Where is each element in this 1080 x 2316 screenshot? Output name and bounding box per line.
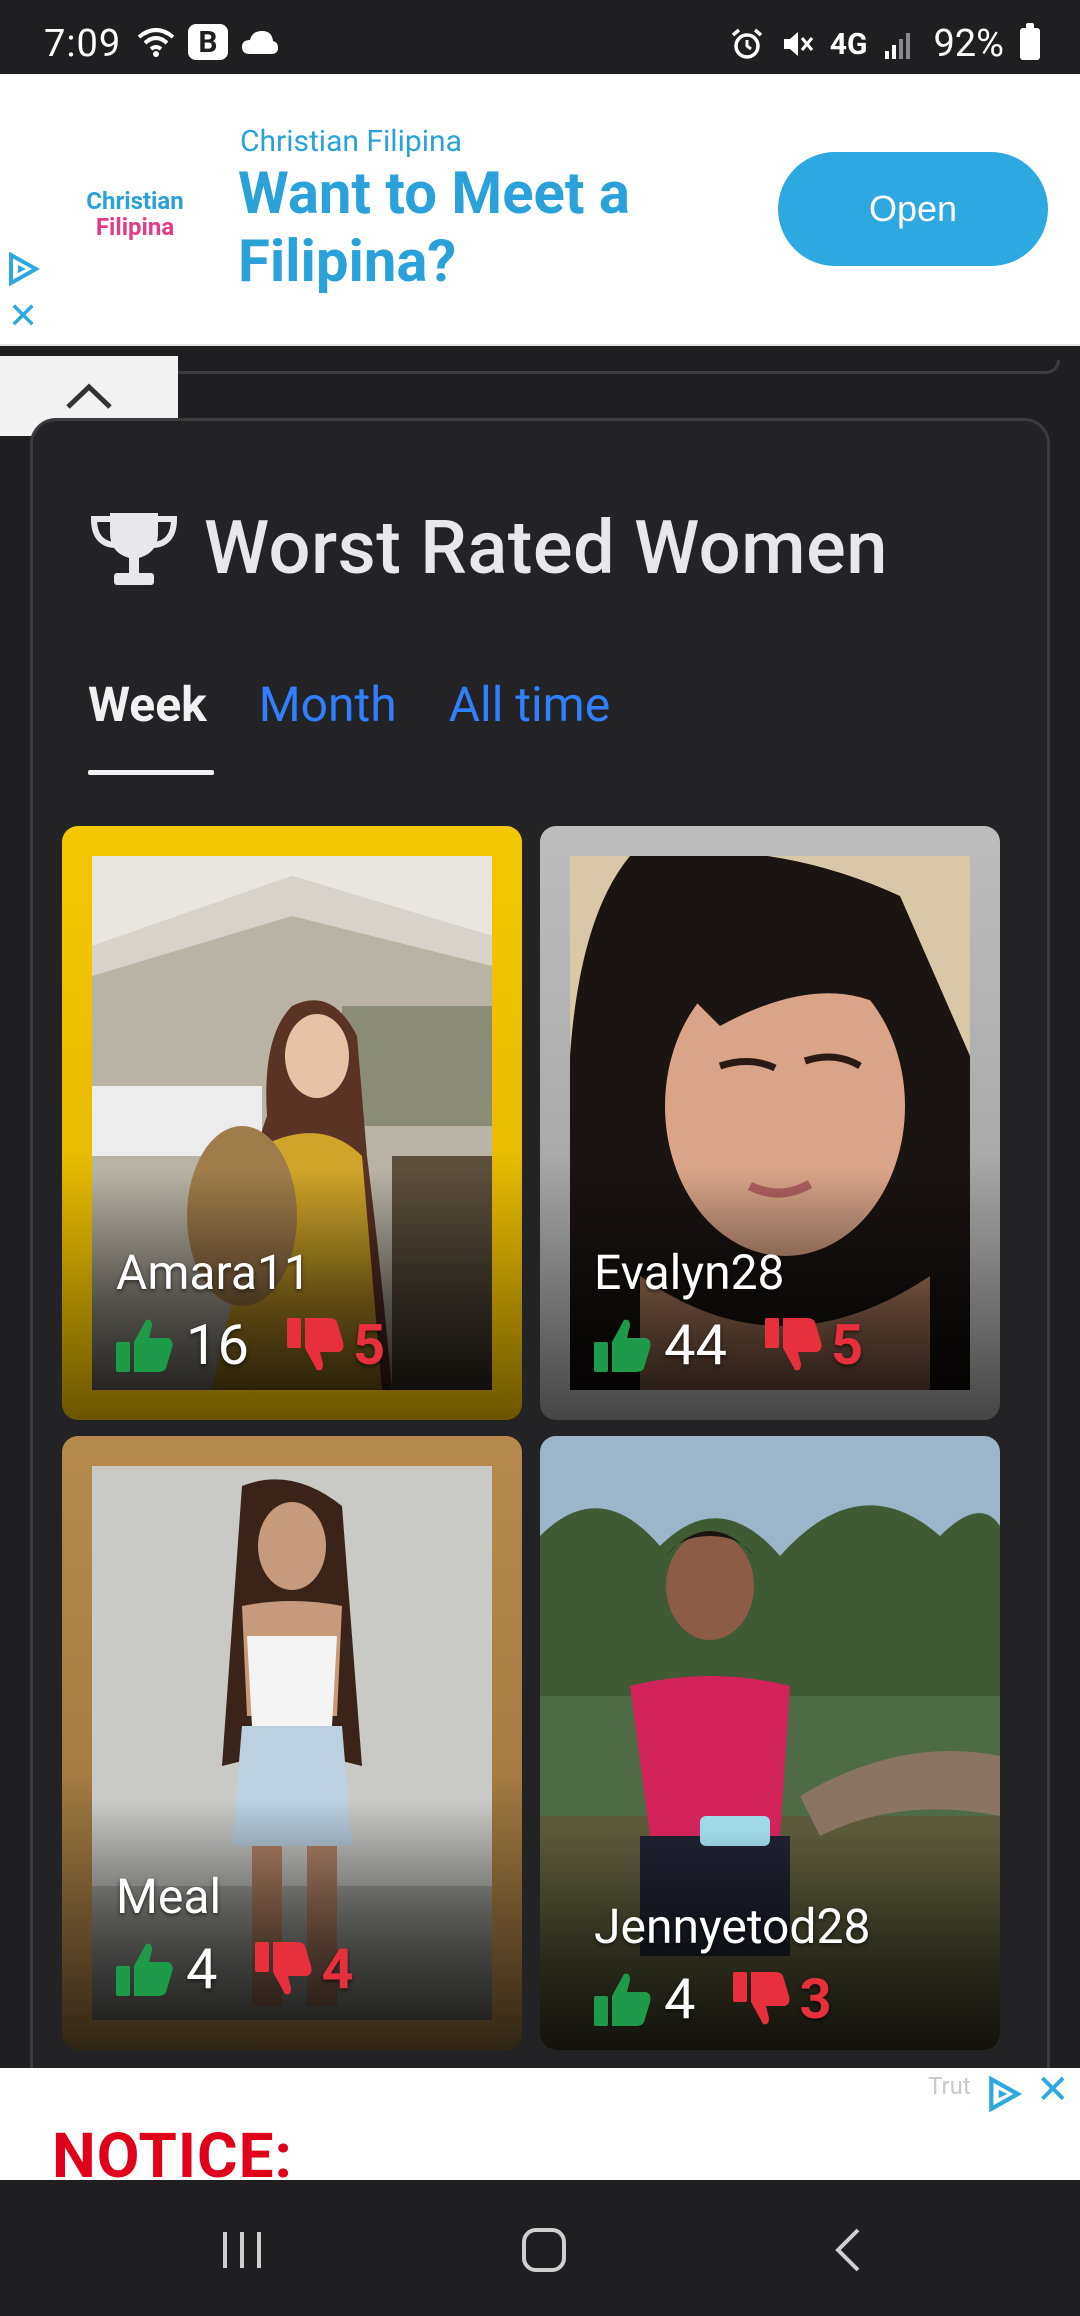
top-ad-banner[interactable]: Christian Filipina Christian Filipina Wa…: [0, 74, 1080, 346]
tab-all-time[interactable]: All time: [449, 676, 610, 733]
thumbs-up-icon: [116, 1943, 173, 1996]
downvote-count: 5: [830, 1312, 864, 1378]
tab-month[interactable]: Month: [259, 676, 397, 733]
ad-logo-line2: Filipina: [95, 213, 175, 241]
upvote-count: 44: [664, 1312, 727, 1378]
profile-votes: 44 5: [592, 1312, 863, 1378]
recents-button[interactable]: [202, 2220, 282, 2280]
signal-icon: [885, 33, 911, 59]
back-button[interactable]: [808, 2220, 888, 2280]
wifi-icon: [137, 28, 175, 57]
recents-icon: [223, 2232, 261, 2268]
profile-votes: 4 4: [114, 1936, 354, 2002]
profile-card-3[interactable]: Meal 4 4: [62, 1436, 522, 2050]
section-header: Worst Rated Women: [88, 505, 888, 592]
chevron-up-icon: [66, 383, 112, 409]
ad-logo-line1: Christian: [86, 187, 184, 215]
ad-close-icon[interactable]: ✕: [8, 298, 38, 334]
system-nav-bar: [0, 2180, 1080, 2316]
upvote-count: 4: [664, 1966, 696, 2032]
thumbs-up-icon: [594, 1973, 651, 2026]
status-bar: 7:09 B 4G 92%: [0, 0, 1080, 74]
thumbs-down-icon: [764, 1318, 822, 1371]
battery-icon: [1020, 23, 1040, 60]
status-left-icons: B: [136, 24, 280, 60]
ad-choices-icon[interactable]: [6, 252, 40, 286]
thumbs-down-icon: [733, 1972, 790, 2025]
profile-name: Jennyetod28: [594, 1898, 871, 1955]
profile-name: Meal: [116, 1868, 222, 1925]
profile-photo: [540, 1436, 1000, 2050]
home-button[interactable]: [504, 2220, 584, 2280]
back-icon: [835, 2228, 860, 2272]
ad-choices-icon[interactable]: [986, 2076, 1022, 2112]
period-tabs: Week Month All time: [88, 676, 610, 733]
thumbs-down-icon: [255, 1942, 312, 1995]
profile-votes: 16 5: [114, 1312, 385, 1378]
thumbs-up-icon: [116, 1319, 173, 1372]
status-time: 7:09: [44, 22, 122, 66]
profile-card-2[interactable]: Evalyn28 44 5: [540, 826, 1000, 1420]
active-tab-indicator: [88, 770, 214, 775]
bottom-ad-banner[interactable]: NOTICE: Trut ✕: [0, 2068, 1080, 2180]
upvote-count: 4: [186, 1936, 218, 2002]
profile-votes: 4 3: [592, 1966, 832, 2032]
thumbs-down-icon: [286, 1318, 344, 1371]
cloud-icon: [242, 31, 278, 54]
tab-week[interactable]: Week: [88, 676, 207, 733]
trophy-icon: [90, 512, 178, 585]
downvote-count: 3: [799, 1966, 832, 2032]
alarm-icon: [731, 28, 762, 59]
upvote-count: 16: [186, 1312, 249, 1378]
battery-percent: 92%: [933, 22, 1004, 66]
mute-icon: [783, 32, 813, 56]
ad-close-icon[interactable]: ✕: [1036, 2070, 1070, 2110]
ad-logo: Christian Filipina: [72, 188, 198, 240]
downvote-count: 4: [321, 1936, 354, 2002]
home-icon: [522, 2228, 566, 2272]
status-right: 4G 92%: [730, 22, 1040, 66]
b-badge: B: [188, 24, 228, 60]
profile-card-4[interactable]: Jennyetod28 4 3: [540, 1436, 1000, 2050]
ad-open-button[interactable]: Open: [778, 152, 1048, 266]
ad-notice-text: NOTICE:: [52, 2120, 293, 2180]
ad-faint-text: Trut: [928, 2072, 971, 2100]
profile-card-1[interactable]: Amara11 16 5: [62, 826, 522, 1420]
ad-advertiser: Christian Filipina: [240, 124, 462, 159]
network-label: 4G: [829, 26, 868, 62]
previous-panel-edge: [178, 360, 1060, 374]
profile-name: Amara11: [116, 1244, 311, 1301]
ad-headline[interactable]: Want to Meet a Filipina?: [238, 160, 738, 296]
profile-photo: [570, 856, 970, 1390]
downvote-count: 5: [352, 1312, 386, 1378]
thumbs-up-icon: [594, 1319, 651, 1372]
profile-photo: [92, 856, 492, 1390]
profile-name: Evalyn28: [594, 1244, 785, 1301]
section-title: Worst Rated Women: [204, 505, 888, 592]
